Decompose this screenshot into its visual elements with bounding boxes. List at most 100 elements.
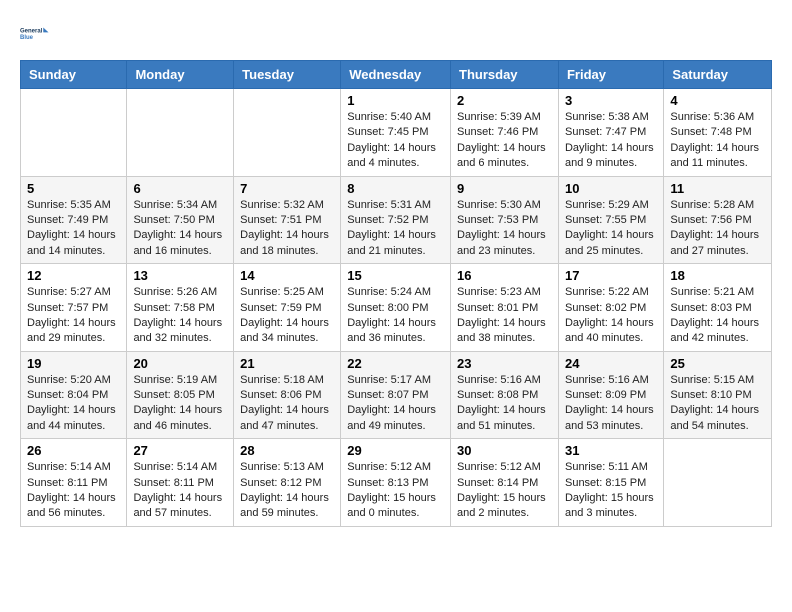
day-number: 11 — [670, 181, 765, 196]
day-number: 13 — [133, 268, 227, 283]
day-info: Sunrise: 5:34 AM Sunset: 7:50 PM Dayligh… — [133, 198, 227, 260]
day-info: Sunrise: 5:24 AM Sunset: 8:00 PM Dayligh… — [347, 285, 444, 347]
calendar-cell: 26Sunrise: 5:14 AM Sunset: 8:11 PM Dayli… — [21, 439, 127, 527]
calendar-cell: 13 Sunrise: 5:26 AM Sunset: 7:58 PM Dayli… — [127, 264, 234, 352]
day-info: Sunrise: 5:20 AM Sunset: 8:04 PM Dayligh… — [27, 373, 120, 435]
day-info: Sunrise: 5:19 AM Sunset: 8:05 PM Dayligh… — [133, 373, 227, 435]
day-info: Sunrise: 5:25 AM Sunset: 7:59 PM Dayligh… — [240, 285, 334, 347]
day-info: Sunrise: 5:18 AM Sunset: 8:06 PM Dayligh… — [240, 373, 334, 435]
calendar-cell: 31 Sunrise: 5:11 AM Sunset: 8:15 PM Dayli… — [558, 439, 663, 527]
day-number: 17 — [565, 268, 657, 283]
day-number: 1 — [347, 93, 444, 108]
day-number: 6 — [133, 181, 227, 196]
calendar-cell — [127, 89, 234, 177]
day-info: Sunrise: 5:23 AM Sunset: 8:01 PM Dayligh… — [457, 285, 552, 347]
calendar-cell — [21, 89, 127, 177]
day-info: Sunrise: 5:27 AM Sunset: 7:57 PM Dayligh… — [27, 285, 120, 347]
calendar-cell: 9 Sunrise: 5:30 AM Sunset: 7:53 PM Daylig… — [451, 176, 559, 264]
day-info: Sunrise: 5:16 AM Sunset: 8:08 PM Dayligh… — [457, 373, 552, 435]
day-number: 25 — [670, 356, 765, 371]
day-number: 24 — [565, 356, 657, 371]
day-info: Sunrise: 5:26 AM Sunset: 7:58 PM Dayligh… — [133, 285, 227, 347]
calendar-header-sunday: Sunday — [21, 61, 127, 89]
day-info: Sunrise: 5:14 AM Sunset: 8:11 PM Dayligh… — [27, 460, 120, 522]
day-number: 31 — [565, 443, 657, 458]
svg-text:General: General — [20, 28, 43, 34]
day-info: Sunrise: 5:32 AM Sunset: 7:51 PM Dayligh… — [240, 198, 334, 260]
calendar-cell: 17 Sunrise: 5:22 AM Sunset: 8:02 PM Dayli… — [558, 264, 663, 352]
day-number: 30 — [457, 443, 552, 458]
logo: GeneralBlue — [20, 20, 50, 50]
page-header: GeneralBlue — [20, 20, 772, 50]
calendar-header-thursday: Thursday — [451, 61, 559, 89]
day-number: 18 — [670, 268, 765, 283]
calendar-table: SundayMondayTuesdayWednesdayThursdayFrid… — [20, 60, 772, 527]
calendar-cell: 7Sunrise: 5:32 AM Sunset: 7:51 PM Daylig… — [234, 176, 341, 264]
day-info: Sunrise: 5:39 AM Sunset: 7:46 PM Dayligh… — [457, 110, 552, 172]
calendar-cell: 23 Sunrise: 5:16 AM Sunset: 8:08 PM Dayli… — [451, 351, 559, 439]
day-number: 12 — [27, 268, 120, 283]
calendar-cell: 25 Sunrise: 5:15 AM Sunset: 8:10 PM Dayli… — [664, 351, 772, 439]
day-number: 19 — [27, 356, 120, 371]
calendar-cell — [234, 89, 341, 177]
day-number: 8 — [347, 181, 444, 196]
calendar-cell: 6 Sunrise: 5:34 AM Sunset: 7:50 PM Daylig… — [127, 176, 234, 264]
day-info: Sunrise: 5:40 AM Sunset: 7:45 PM Dayligh… — [347, 110, 444, 172]
day-info: Sunrise: 5:28 AM Sunset: 7:56 PM Dayligh… — [670, 198, 765, 260]
calendar-cell: 24 Sunrise: 5:16 AM Sunset: 8:09 PM Dayli… — [558, 351, 663, 439]
calendar-cell: 8 Sunrise: 5:31 AM Sunset: 7:52 PM Daylig… — [341, 176, 451, 264]
day-info: Sunrise: 5:15 AM Sunset: 8:10 PM Dayligh… — [670, 373, 765, 435]
calendar-cell: 2Sunrise: 5:39 AM Sunset: 7:46 PM Daylig… — [451, 89, 559, 177]
day-info: Sunrise: 5:38 AM Sunset: 7:47 PM Dayligh… — [565, 110, 657, 172]
day-number: 10 — [565, 181, 657, 196]
calendar-cell: 3Sunrise: 5:38 AM Sunset: 7:47 PM Daylig… — [558, 89, 663, 177]
day-number: 20 — [133, 356, 227, 371]
calendar-cell: 21 Sunrise: 5:18 AM Sunset: 8:06 PM Dayli… — [234, 351, 341, 439]
svg-text:Blue: Blue — [20, 35, 34, 41]
day-info: Sunrise: 5:36 AM Sunset: 7:48 PM Dayligh… — [670, 110, 765, 172]
day-info: Sunrise: 5:11 AM Sunset: 8:15 PM Dayligh… — [565, 460, 657, 522]
day-info: Sunrise: 5:29 AM Sunset: 7:55 PM Dayligh… — [565, 198, 657, 260]
calendar-cell — [664, 439, 772, 527]
day-number: 4 — [670, 93, 765, 108]
day-info: Sunrise: 5:17 AM Sunset: 8:07 PM Dayligh… — [347, 373, 444, 435]
calendar-header-friday: Friday — [558, 61, 663, 89]
calendar-cell: 11 Sunrise: 5:28 AM Sunset: 7:56 PM Dayli… — [664, 176, 772, 264]
day-info: Sunrise: 5:31 AM Sunset: 7:52 PM Dayligh… — [347, 198, 444, 260]
calendar-cell: 18Sunrise: 5:21 AM Sunset: 8:03 PM Dayli… — [664, 264, 772, 352]
day-info: Sunrise: 5:12 AM Sunset: 8:14 PM Dayligh… — [457, 460, 552, 522]
calendar-week-row: 5 Sunrise: 5:35 AM Sunset: 7:49 PM Daylig… — [21, 176, 772, 264]
calendar-cell: 10 Sunrise: 5:29 AM Sunset: 7:55 PM Dayli… — [558, 176, 663, 264]
day-info: Sunrise: 5:12 AM Sunset: 8:13 PM Dayligh… — [347, 460, 444, 522]
day-number: 16 — [457, 268, 552, 283]
calendar-cell: 12 Sunrise: 5:27 AM Sunset: 7:57 PM Dayli… — [21, 264, 127, 352]
day-info: Sunrise: 5:30 AM Sunset: 7:53 PM Dayligh… — [457, 198, 552, 260]
calendar-cell: 29 Sunrise: 5:12 AM Sunset: 8:13 PM Dayli… — [341, 439, 451, 527]
calendar-header-wednesday: Wednesday — [341, 61, 451, 89]
calendar-header-row: SundayMondayTuesdayWednesdayThursdayFrid… — [21, 61, 772, 89]
day-number: 15 — [347, 268, 444, 283]
calendar-week-row: 19 Sunrise: 5:20 AM Sunset: 8:04 PM Dayli… — [21, 351, 772, 439]
day-number: 23 — [457, 356, 552, 371]
calendar-cell: 19 Sunrise: 5:20 AM Sunset: 8:04 PM Dayli… — [21, 351, 127, 439]
day-number: 21 — [240, 356, 334, 371]
day-number: 29 — [347, 443, 444, 458]
day-info: Sunrise: 5:14 AM Sunset: 8:11 PM Dayligh… — [133, 460, 227, 522]
day-info: Sunrise: 5:16 AM Sunset: 8:09 PM Dayligh… — [565, 373, 657, 435]
logo-icon: GeneralBlue — [20, 20, 50, 50]
calendar-cell: 4 Sunrise: 5:36 AM Sunset: 7:48 PM Daylig… — [664, 89, 772, 177]
calendar-header-monday: Monday — [127, 61, 234, 89]
day-info: Sunrise: 5:13 AM Sunset: 8:12 PM Dayligh… — [240, 460, 334, 522]
day-number: 5 — [27, 181, 120, 196]
calendar-week-row: 12 Sunrise: 5:27 AM Sunset: 7:57 PM Dayli… — [21, 264, 772, 352]
day-info: Sunrise: 5:35 AM Sunset: 7:49 PM Dayligh… — [27, 198, 120, 260]
calendar-header-saturday: Saturday — [664, 61, 772, 89]
day-info: Sunrise: 5:22 AM Sunset: 8:02 PM Dayligh… — [565, 285, 657, 347]
day-number: 9 — [457, 181, 552, 196]
calendar-cell: 27Sunrise: 5:14 AM Sunset: 8:11 PM Dayli… — [127, 439, 234, 527]
calendar-week-row: 1 Sunrise: 5:40 AM Sunset: 7:45 PM Daylig… — [21, 89, 772, 177]
calendar-cell: 20 Sunrise: 5:19 AM Sunset: 8:05 PM Dayli… — [127, 351, 234, 439]
calendar-cell: 16 Sunrise: 5:23 AM Sunset: 8:01 PM Dayli… — [451, 264, 559, 352]
calendar-cell: 28Sunrise: 5:13 AM Sunset: 8:12 PM Dayli… — [234, 439, 341, 527]
calendar-cell: 14Sunrise: 5:25 AM Sunset: 7:59 PM Dayli… — [234, 264, 341, 352]
